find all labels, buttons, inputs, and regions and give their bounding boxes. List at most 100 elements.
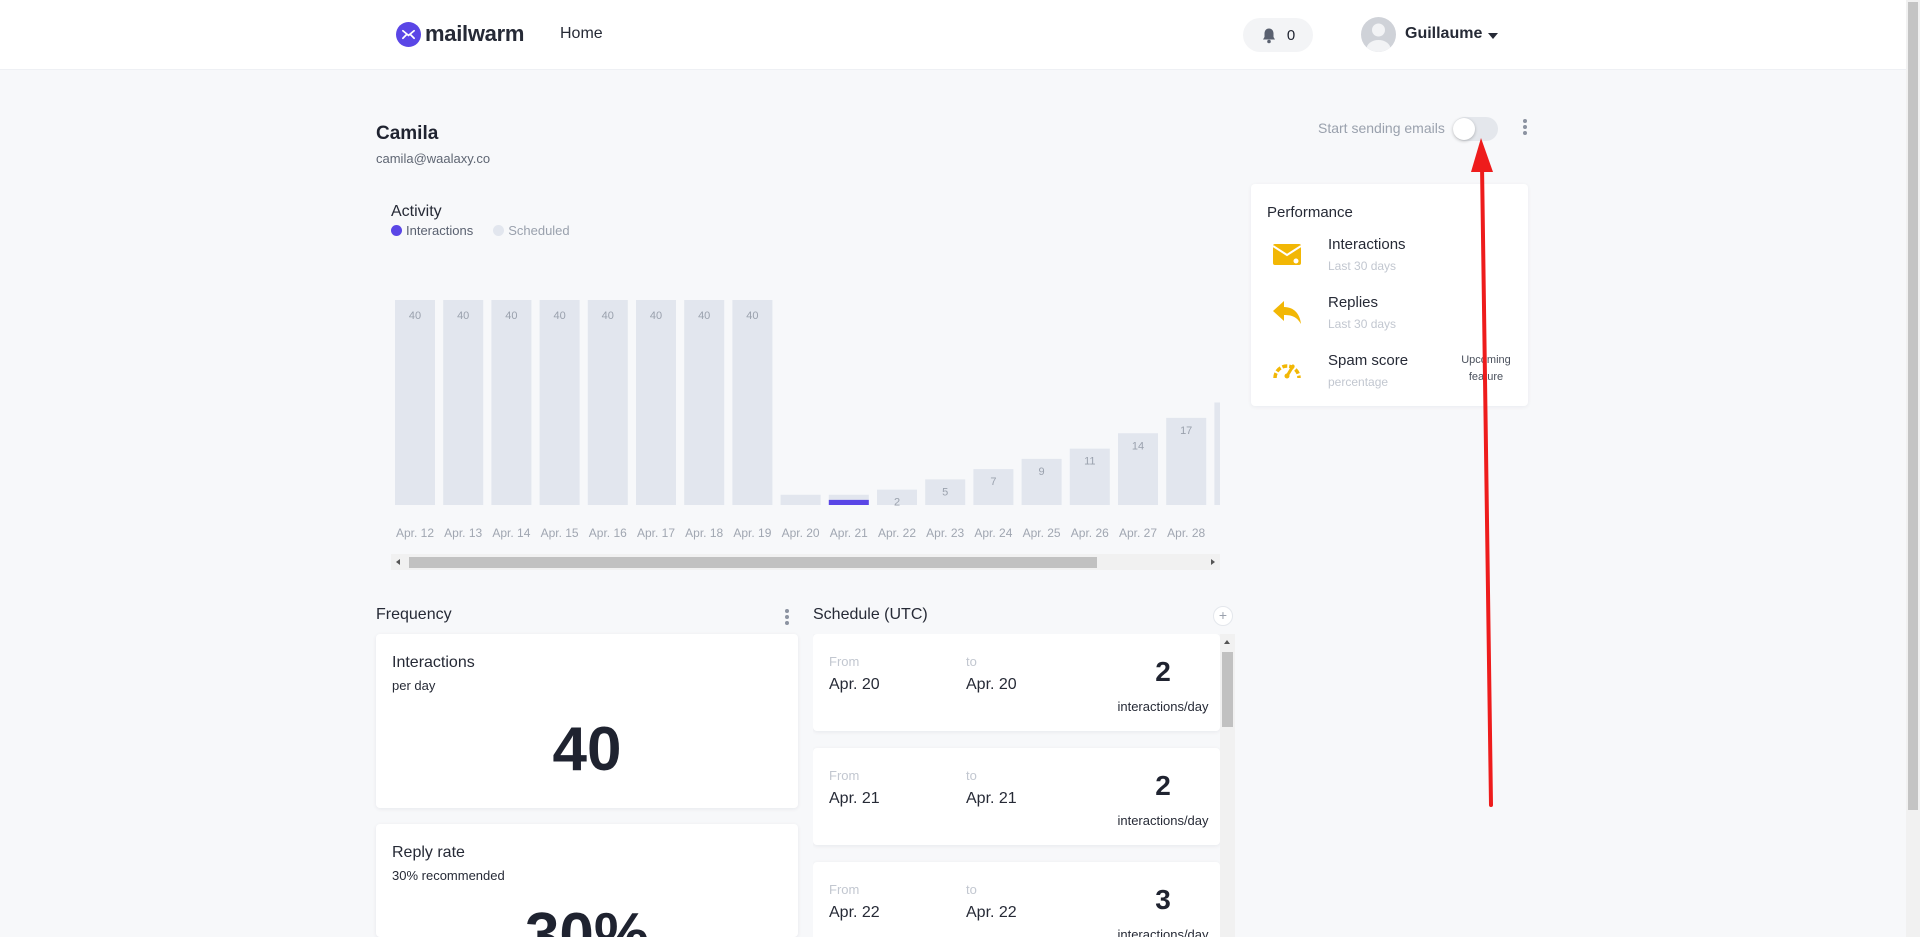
performance-spam-sub: percentage [1328, 375, 1389, 389]
bar-value-label: 17 [1180, 425, 1192, 437]
bar-value-label: 5 [942, 486, 948, 498]
schedule-from-date: Apr. 22 [829, 904, 880, 921]
scheduled-bar[interactable] [732, 300, 773, 505]
schedule-to-label: to [966, 768, 977, 783]
scheduled-bar[interactable] [684, 300, 725, 505]
interactions-per-day-value: 40 [552, 715, 622, 784]
scroll-right-icon[interactable] [1211, 559, 1215, 565]
start-sending-label: Start sending emails [1318, 120, 1445, 136]
scroll-left-icon[interactable] [396, 559, 400, 565]
schedule-to-date: Apr. 20 [966, 676, 1017, 693]
logo-text: mailwarm [425, 21, 525, 46]
reply-arrow-icon [1273, 301, 1301, 324]
legend-interactions[interactable]: Interactions [391, 223, 473, 238]
schedule-item[interactable]: From Apr. 20 to Apr. 20 2 interactions/d… [813, 634, 1220, 731]
interactions-bar[interactable] [828, 499, 869, 505]
schedule-count: 3 [1155, 884, 1171, 915]
scheduled-bar[interactable] [636, 300, 676, 505]
bar-value-label: 2 [894, 497, 900, 509]
bell-icon [1262, 28, 1275, 43]
x-axis-tick-label: Apr. 19 [733, 526, 771, 540]
chart-scroll-thumb[interactable] [409, 557, 1097, 568]
page-scroll-thumb[interactable] [1908, 2, 1918, 810]
scheduled-dot-icon [493, 225, 505, 236]
bar-value-label: 40 [650, 310, 662, 322]
schedule-vertical-scrollbar[interactable] [1220, 634, 1235, 937]
warmup-profile-name: Camila [376, 123, 439, 144]
interactions-card-title: Interactions [392, 654, 475, 671]
x-axis-tick-label: Apr. 13 [444, 526, 482, 540]
performance-row-interactions: Interactions Last 30 days [1251, 236, 1528, 284]
schedule-unit: interactions/day [1117, 813, 1209, 828]
frequency-title: Frequency [376, 606, 452, 623]
legend-scheduled[interactable]: Scheduled [493, 223, 570, 238]
start-sending-toggle[interactable] [1453, 117, 1498, 141]
x-axis-tick-label: Apr. 22 [878, 526, 916, 540]
bar-value-label: 40 [457, 310, 469, 322]
scheduled-bar[interactable] [587, 300, 628, 505]
bar-value-label: 40 [602, 310, 614, 322]
schedule-from-label: From [829, 768, 860, 783]
scheduled-bar[interactable] [443, 300, 484, 505]
mailwarm-logo[interactable]: mailwarm [396, 21, 524, 47]
performance-replies-sub: Last 30 days [1328, 317, 1397, 331]
x-axis-tick-label: Apr. 16 [589, 526, 627, 540]
schedule-item[interactable]: From Apr. 21 to Apr. 21 2 interactions/d… [813, 748, 1220, 845]
logo-mark-icon [396, 21, 421, 47]
scheduled-bar[interactable] [395, 300, 435, 505]
x-axis-tick-label: Apr. 17 [637, 526, 675, 540]
warmup-profile-email: camila@waalaxy.co [376, 151, 491, 166]
user-avatar[interactable] [1361, 17, 1396, 52]
activity-legend: Interactions Scheduled [391, 223, 570, 238]
schedule-to-label: to [966, 654, 977, 669]
performance-row-spam-score: Spam score percentage Upcoming feature [1251, 352, 1528, 400]
performance-row-replies: Replies Last 30 days [1251, 294, 1528, 342]
frequency-more-options-icon[interactable] [785, 609, 789, 625]
scheduled-bar[interactable] [1214, 402, 1220, 506]
x-axis-tick-label: Apr. 18 [685, 526, 723, 540]
interactions-per-day-card: Interactions per day 40 [376, 634, 798, 808]
bar-value-label: 40 [409, 310, 421, 322]
performance-spam-label: Spam score [1328, 352, 1409, 369]
x-axis-tick-label: Apr. 24 [974, 526, 1012, 540]
scheduled-bar[interactable] [539, 300, 580, 505]
x-axis-tick-label: Apr. 12 [396, 526, 434, 540]
x-axis-tick-label: Apr. 15 [541, 526, 579, 540]
schedule-to-date: Apr. 22 [966, 904, 1017, 921]
x-axis-tick-label: Apr. 14 [492, 526, 530, 540]
x-axis-tick-label: Apr. 21 [830, 526, 868, 540]
schedule-unit: interactions/day [1117, 699, 1209, 714]
notifications-count: 0 [1286, 26, 1296, 44]
bar-value-label: 11 [1084, 456, 1095, 468]
activity-title: Activity [391, 203, 442, 220]
performance-interactions-label: Interactions [1328, 236, 1406, 253]
bar-value-label: 40 [698, 310, 710, 322]
x-axis-tick-label: Apr. 23 [926, 526, 964, 540]
bar-value-label: 40 [746, 310, 758, 322]
scheduled-bar[interactable] [780, 494, 821, 505]
add-schedule-button[interactable]: + [1213, 606, 1233, 626]
user-menu-caret-icon[interactable] [1488, 33, 1498, 39]
schedule-title: Schedule (UTC) [813, 606, 928, 623]
schedule-item[interactable]: From Apr. 22 to Apr. 22 3 interactions/d… [813, 862, 1220, 937]
profile-more-options-icon[interactable] [1523, 119, 1527, 135]
schedule-count: 2 [1155, 770, 1171, 801]
legend-scheduled-label: Scheduled [508, 223, 570, 238]
performance-card: Performance Interactions Last 30 days Re… [1251, 184, 1528, 406]
nav-home-link[interactable]: Home [560, 25, 603, 43]
schedule-count: 2 [1155, 656, 1171, 687]
page-scrollbar[interactable] [1906, 0, 1920, 937]
bar-value-label: 7 [990, 476, 996, 488]
user-name[interactable]: Guillaume [1405, 25, 1482, 43]
activity-chart: 40 Apr. 12 40 Apr. 13 40 Apr. 14 40 Apr. 15 40 Ap… [391, 280, 1220, 550]
schedule-list: From Apr. 20 to Apr. 20 2 interactions/d… [813, 634, 1235, 937]
x-axis-tick-label: Apr. 26 [1071, 526, 1109, 540]
scroll-up-icon[interactable] [1224, 640, 1230, 644]
scheduled-bar[interactable] [491, 300, 532, 505]
schedule-scroll-thumb[interactable] [1222, 652, 1233, 727]
bar-value-label: 14 [1132, 440, 1144, 452]
chart-horizontal-scrollbar[interactable] [391, 554, 1220, 570]
schedule-from-date: Apr. 21 [829, 790, 880, 807]
notifications-button[interactable]: 0 [1243, 18, 1313, 52]
schedule-from-label: From [829, 654, 860, 669]
